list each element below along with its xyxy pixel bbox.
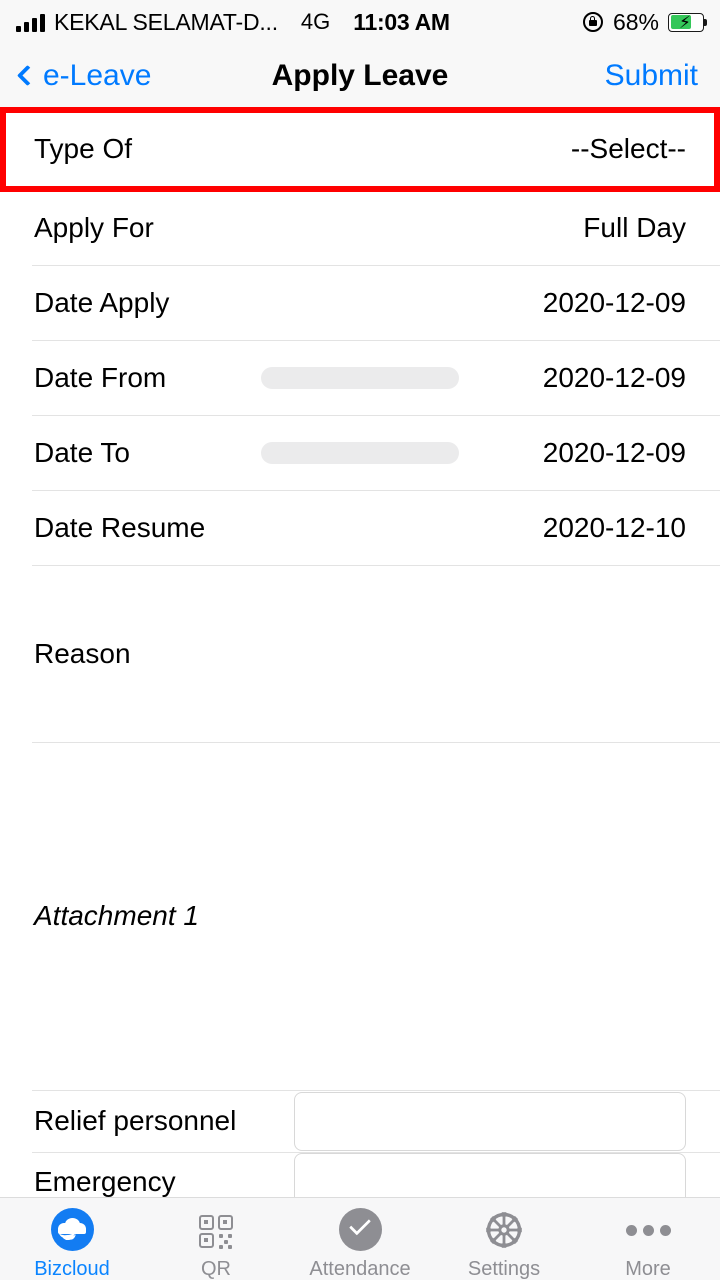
form-row-type-of[interactable]: Type Of --Select-- <box>0 108 720 190</box>
tab-label: Settings <box>467 1258 541 1280</box>
ellipsis-icon <box>625 1207 671 1253</box>
carrier-label: KEKAL SELAMAT-D... <box>54 8 278 35</box>
form-value-date[interactable]: 2020-12-10 <box>543 512 686 544</box>
date-to-input[interactable] <box>261 441 459 464</box>
form-row-apply-for[interactable]: Apply For Full Day <box>0 190 720 265</box>
status-bar-clock: 11:03 AM <box>353 8 450 35</box>
form-label: Date To <box>34 436 130 468</box>
form-value-date[interactable]: 2020-12-09 <box>543 287 686 319</box>
qr-code-icon <box>193 1207 239 1253</box>
gear-icon <box>481 1207 527 1253</box>
form-value-select[interactable]: Full Day <box>583 212 686 244</box>
signal-bars-icon <box>16 13 45 32</box>
relief-personnel-input[interactable] <box>294 1091 686 1151</box>
form-label: Date Resume <box>34 511 206 543</box>
form-row-date-apply[interactable]: Date Apply 2020-12-09 <box>0 265 720 340</box>
tab-label: QR <box>201 1258 231 1280</box>
bizcloud-cloud-icon <box>49 1207 95 1253</box>
form-row-emergency[interactable]: Emergency <box>0 1152 720 1197</box>
tab-bar: Bizcloud QR Attendance Settings More <box>0 1197 720 1280</box>
tab-bizcloud[interactable]: Bizcloud <box>0 1198 144 1280</box>
submit-button[interactable]: Submit <box>605 59 720 93</box>
tab-label: Bizcloud <box>34 1258 110 1280</box>
battery-charging-icon: ⚡ <box>668 12 707 32</box>
network-type-label: 4G <box>300 9 331 34</box>
chevron-left-icon <box>16 64 39 86</box>
form-label: Date Apply <box>34 286 170 318</box>
form-label: Type Of <box>34 133 133 164</box>
emergency-input[interactable] <box>294 1152 686 1197</box>
tab-settings[interactable]: Settings <box>432 1198 576 1280</box>
check-circle-icon <box>337 1207 383 1253</box>
form-label: Apply For <box>34 211 154 243</box>
back-button-label: e-Leave <box>43 59 152 92</box>
form-row-reason[interactable]: Reason <box>0 565 720 742</box>
form-row-attachment-1[interactable]: Attachment 1 <box>0 742 720 1090</box>
tab-attendance[interactable]: Attendance <box>288 1198 432 1280</box>
status-bar-left: KEKAL SELAMAT-D... 4G 11:03 AM <box>16 9 450 36</box>
form-label: Date From <box>34 361 167 393</box>
form-row-date-from[interactable]: Date From 2020-12-09 <box>0 340 720 415</box>
form-row-date-resume[interactable]: Date Resume 2020-12-10 <box>0 490 720 565</box>
form-label: Emergency <box>34 1166 176 1197</box>
tab-qr[interactable]: QR <box>144 1198 288 1280</box>
form-row-relief-personnel[interactable]: Relief personnel <box>0 1090 720 1152</box>
date-from-input[interactable] <box>261 366 459 389</box>
tab-label: Attendance <box>309 1258 411 1280</box>
form-value-date[interactable]: 2020-12-09 <box>543 362 686 394</box>
tab-label: More <box>625 1258 671 1280</box>
navigation-bar: e-Leave Apply Leave Submit <box>0 44 720 108</box>
form-label: Relief personnel <box>34 1105 237 1136</box>
apply-leave-form: Type Of --Select-- Apply For Full Day Da… <box>0 108 720 1197</box>
status-bar: KEKAL SELAMAT-D... 4G 11:03 AM 68% ⚡ <box>0 0 720 44</box>
app-screen: KEKAL SELAMAT-D... 4G 11:03 AM 68% ⚡ e-L… <box>0 0 720 1280</box>
attachment-label: Attachment 1 <box>34 900 199 931</box>
back-button[interactable]: e-Leave <box>0 59 151 93</box>
form-value-select[interactable]: --Select-- <box>571 133 686 165</box>
rotation-lock-icon <box>582 11 604 33</box>
status-bar-right: 68% ⚡ <box>582 8 707 36</box>
form-value-date[interactable]: 2020-12-09 <box>543 437 686 469</box>
form-label: Reason <box>34 637 131 669</box>
battery-percent-label: 68% <box>612 8 659 35</box>
tab-more[interactable]: More <box>576 1198 720 1280</box>
form-row-date-to[interactable]: Date To 2020-12-09 <box>0 415 720 490</box>
